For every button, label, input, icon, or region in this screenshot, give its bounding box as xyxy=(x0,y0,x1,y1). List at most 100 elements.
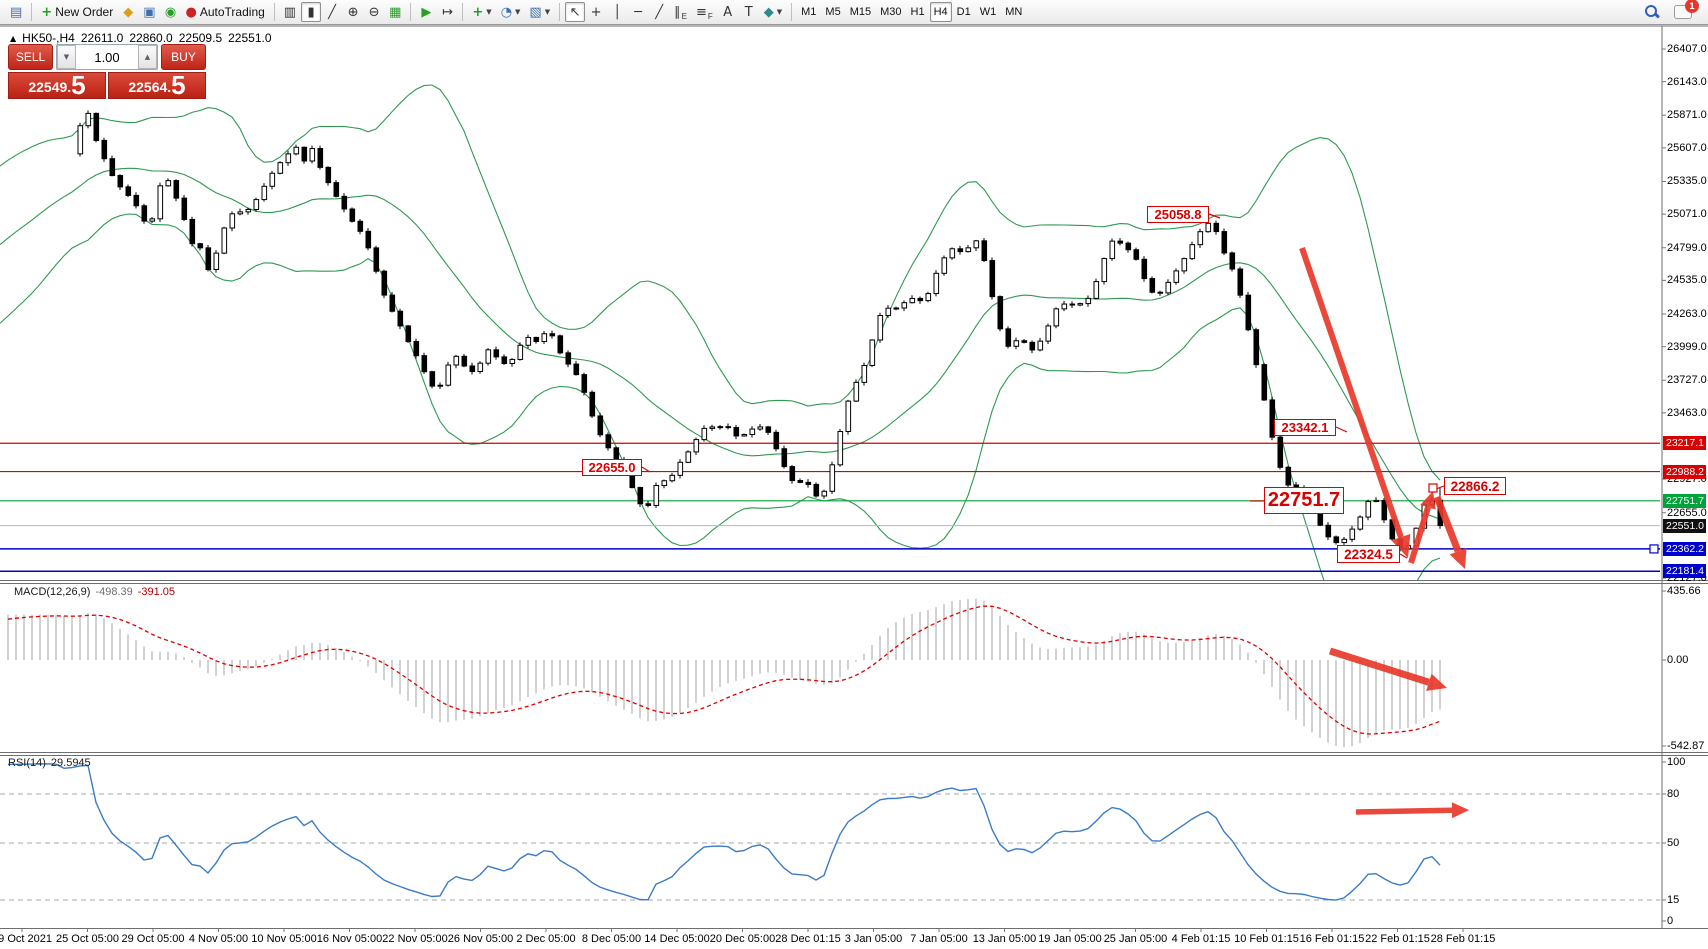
new-order-button-label: New Order xyxy=(55,5,113,19)
templates-icon[interactable]: ▧▼ xyxy=(525,2,554,22)
fibonacci-icon[interactable]: ≡F xyxy=(692,2,717,22)
zoom-in-icon[interactable]: ⊕ xyxy=(343,2,363,22)
macd-scale-label: 435.66 xyxy=(1667,585,1701,597)
new-order-button[interactable]: +New Order xyxy=(37,2,117,22)
indicators-icon[interactable]: +▼ xyxy=(468,2,495,22)
channel-icon[interactable]: ∥E xyxy=(670,2,691,22)
vertical-line-icon[interactable]: │ xyxy=(607,2,627,22)
timeframe-button-m1[interactable]: M1 xyxy=(797,2,820,22)
chart-window-icon[interactable]: ▤ xyxy=(6,2,26,22)
buy-price-pips: 5 xyxy=(171,73,185,97)
search-icon[interactable] xyxy=(1645,5,1660,20)
rsi-scale-label: 100 xyxy=(1667,756,1685,768)
timeframe-button-m30[interactable]: M30 xyxy=(876,2,905,22)
macd-value: -498.39 xyxy=(95,586,132,598)
volume-field[interactable]: 1.00 xyxy=(76,45,138,69)
sell-price-button[interactable]: 22549.5 xyxy=(8,72,106,99)
feb-low-label[interactable]: 22324.5 xyxy=(1337,545,1400,563)
breakdown-price-label[interactable]: 23342.1 xyxy=(1274,419,1336,436)
crosshair-icon[interactable]: + xyxy=(586,2,606,22)
candlestick-chart-icon: ▮ xyxy=(308,6,315,19)
label-icon[interactable]: T xyxy=(739,2,759,22)
cursor-icon[interactable]: ↖ xyxy=(565,2,585,22)
bar-chart-icon[interactable]: ▥ xyxy=(280,2,300,22)
chart-header: ▲ HK50-,H4 22611.0 22860.0 22509.5 22551… xyxy=(10,31,272,45)
publisher-icon[interactable]: ▣ xyxy=(139,2,159,22)
periods-icon[interactable]: ◔▼ xyxy=(497,2,525,22)
y-axis-label: 24263.0 xyxy=(1667,308,1707,320)
x-axis-label: 22 Feb 01:15 xyxy=(1365,933,1430,945)
chevron-down-icon: ▼ xyxy=(515,8,520,16)
zoom-in-icon: ⊕ xyxy=(348,6,359,19)
zoom-out-icon[interactable]: ⊖ xyxy=(364,2,384,22)
toolbar-separator xyxy=(559,3,560,21)
timeframe-button-h4[interactable]: H4 xyxy=(930,2,952,22)
timeframe-button-mn[interactable]: MN xyxy=(1001,2,1026,22)
autotrading-button[interactable]: ●AutoTrading xyxy=(182,2,269,22)
timeframe-button-m15[interactable]: M15 xyxy=(846,2,875,22)
volume-increase-button[interactable]: ▲ xyxy=(138,45,157,69)
bounce-high-label[interactable]: 22866.2 xyxy=(1444,477,1506,495)
support-price-label-large[interactable]: 22751.7 xyxy=(1264,487,1344,514)
volume-decrease-button[interactable]: ▼ xyxy=(57,45,76,69)
indicators-icon: + xyxy=(472,6,483,19)
x-axis-label: 14 Dec 05:00 xyxy=(644,933,709,945)
chevron-down-icon: ▼ xyxy=(486,8,491,16)
x-axis-label: 10 Feb 01:15 xyxy=(1234,933,1299,945)
icon-sub-letter: E xyxy=(682,12,687,21)
high-price-label[interactable]: 25058.8 xyxy=(1147,206,1209,223)
oneclick-collapse-icon[interactable]: ▲ xyxy=(10,34,16,43)
candlestick-chart-icon[interactable]: ▮ xyxy=(301,2,321,22)
notifications-icon[interactable]: 1 xyxy=(1674,5,1692,19)
timeframe-button-w1[interactable]: W1 xyxy=(976,2,1001,22)
timeframe-button-m5[interactable]: M5 xyxy=(821,2,844,22)
toolbar: ▤+New Order◆▣◉●AutoTrading▥▮╱⊕⊖▦▶↦+▼◔▼▧▼… xyxy=(0,0,1708,25)
dec-low-label[interactable]: 22655.0 xyxy=(582,459,642,476)
autotrading-button-label: AutoTrading xyxy=(200,5,265,19)
rsi-indicator-label: RSI(14)29.5945 xyxy=(8,757,91,769)
horizontal-line-icon[interactable]: ─ xyxy=(628,2,648,22)
auto-scroll-icon[interactable]: ▶ xyxy=(416,2,436,22)
chart-shift-icon[interactable]: ↦ xyxy=(437,2,457,22)
chart-close-value: 22551.0 xyxy=(228,31,271,45)
templates-icon: ▧ xyxy=(529,6,541,19)
timeframe-label: M1 xyxy=(801,6,816,18)
signals-icon: ◉ xyxy=(165,6,176,19)
timeframe-label: W1 xyxy=(980,6,997,18)
trendline-icon[interactable]: ╱ xyxy=(649,2,669,22)
text-icon[interactable]: A xyxy=(718,2,738,22)
rsi-scale-label: 50 xyxy=(1667,837,1679,849)
timeframe-label: D1 xyxy=(957,6,971,18)
shapes-icon[interactable]: ◆▼ xyxy=(760,2,786,22)
macd-scale-label: -542.87 xyxy=(1667,740,1704,752)
rsi-scale-label: 15 xyxy=(1667,894,1679,906)
ticker-icon[interactable]: ◆ xyxy=(118,2,138,22)
price-badge-22362.2: 22362.2 xyxy=(1663,542,1706,556)
sell-button[interactable]: SELL xyxy=(8,44,53,70)
y-axis-label: 23727.0 xyxy=(1667,374,1707,386)
timeframe-label: MN xyxy=(1005,6,1022,18)
chevron-down-icon: ▼ xyxy=(777,8,782,16)
ticker-icon: ◆ xyxy=(123,6,133,19)
autotrading-icon: ● xyxy=(186,6,197,19)
y-axis-label: 26143.0 xyxy=(1667,76,1707,88)
line-chart-icon: ╱ xyxy=(328,6,336,19)
y-axis-label: 24799.0 xyxy=(1667,242,1707,254)
line-chart-icon[interactable]: ╱ xyxy=(322,2,342,22)
x-axis-label: 25 Jan 05:00 xyxy=(1104,933,1168,945)
chart-open-value: 22611.0 xyxy=(81,31,124,45)
channel-icon: ∥ xyxy=(674,6,681,19)
buy-button[interactable]: BUY xyxy=(161,44,206,70)
new-order-icon: + xyxy=(41,6,52,19)
chevron-down-icon: ▼ xyxy=(545,8,550,16)
price-badge-22181.4: 22181.4 xyxy=(1663,564,1706,578)
y-axis-label: 25607.0 xyxy=(1667,142,1707,154)
buy-price-button[interactable]: 22564.5 xyxy=(108,72,206,99)
timeframe-button-h1[interactable]: H1 xyxy=(907,2,929,22)
label-icon: T xyxy=(745,6,753,19)
signals-icon[interactable]: ◉ xyxy=(161,2,181,22)
volume-stepper: ▼ 1.00 ▲ xyxy=(56,44,158,70)
horizontal-line-icon: ─ xyxy=(634,6,642,19)
timeframe-button-d1[interactable]: D1 xyxy=(953,2,975,22)
tile-windows-icon[interactable]: ▦ xyxy=(385,2,405,22)
